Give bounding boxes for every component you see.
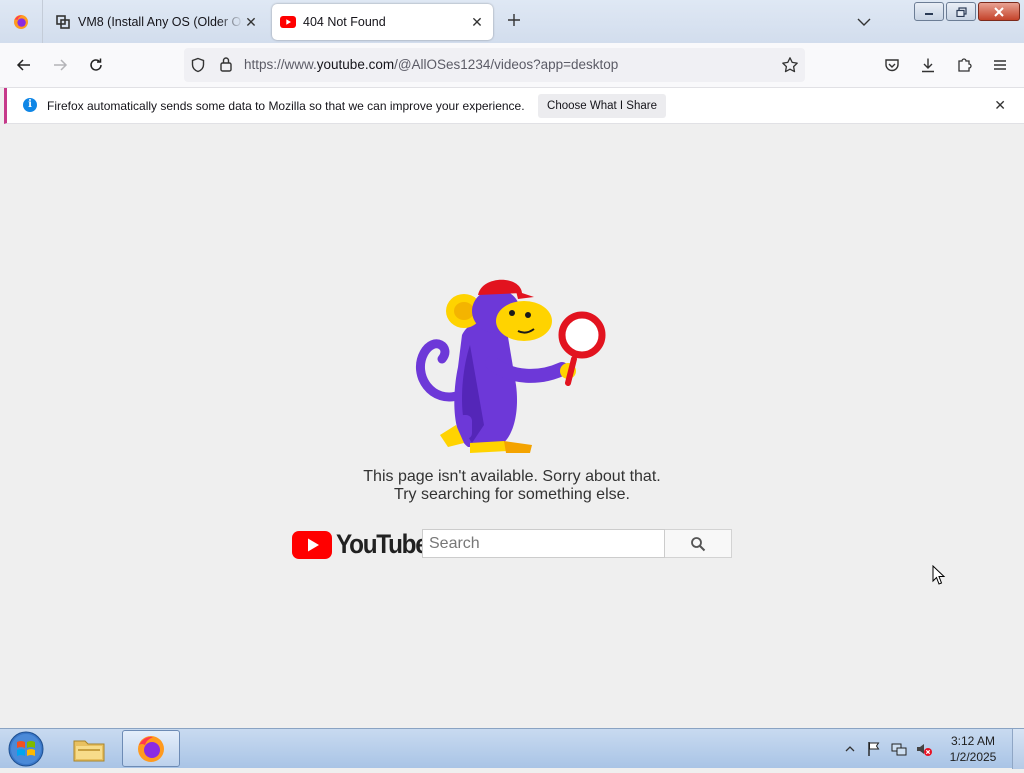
system-tray xyxy=(845,729,933,769)
window-controls xyxy=(914,2,1020,21)
url-bar[interactable]: https://www.youtube.com/@AllOSes1234/vid… xyxy=(184,48,805,82)
notification-message: Firefox automatically sends some data to… xyxy=(47,99,525,113)
url-text[interactable]: https://www.youtube.com/@AllOSes1234/vid… xyxy=(244,57,618,72)
page-content: This page isn't available. Sorry about t… xyxy=(0,125,1024,728)
reload-button[interactable] xyxy=(84,53,108,77)
youtube-play-icon xyxy=(292,530,332,559)
tab-vm8[interactable]: VM8 (Install Any OS (Older OSes ✕ xyxy=(47,4,267,40)
tab-strip: VM8 (Install Any OS (Older OSes ✕ 404 No… xyxy=(0,0,1024,43)
action-center-flag-icon[interactable] xyxy=(867,741,881,757)
choose-what-i-share-button[interactable]: Choose What I Share xyxy=(538,94,666,118)
start-button[interactable] xyxy=(6,730,46,768)
show-desktop-button[interactable] xyxy=(1012,729,1024,769)
vmware-icon xyxy=(56,15,70,29)
plus-icon xyxy=(508,14,520,26)
navigation-toolbar: https://www.youtube.com/@AllOSes1234/vid… xyxy=(0,43,1024,88)
folder-icon xyxy=(73,740,105,761)
search-icon xyxy=(691,536,706,551)
back-arrow-icon xyxy=(16,59,30,71)
forward-button[interactable] xyxy=(48,53,72,77)
telemetry-notification-bar: i Firefox automatically sends some data … xyxy=(4,88,1024,124)
windows-taskbar: 3:12 AM 1/2/2025 xyxy=(0,728,1024,769)
volume-muted-icon[interactable] xyxy=(915,741,933,757)
tab-title: 404 Not Found xyxy=(303,15,386,29)
url-prefix: https://www. xyxy=(244,57,317,72)
puzzle-icon xyxy=(958,58,972,72)
downloads-button[interactable] xyxy=(916,53,940,77)
taskbar-firefox-button[interactable] xyxy=(122,730,180,767)
monkey-illustration xyxy=(415,279,606,453)
pocket-icon xyxy=(885,59,899,72)
windows-start-icon xyxy=(8,731,44,767)
taskbar-clock[interactable]: 3:12 AM 1/2/2025 xyxy=(940,733,1006,765)
chevron-down-icon xyxy=(857,18,871,26)
tab-404[interactable]: 404 Not Found ✕ xyxy=(272,4,493,40)
url-path: /@AllOSes1234/videos?app=desktop xyxy=(394,57,619,72)
hamburger-menu-icon xyxy=(994,60,1006,70)
close-icon[interactable]: ✕ xyxy=(994,97,1006,114)
firefox-icon xyxy=(138,735,164,762)
list-all-tabs-button[interactable] xyxy=(855,13,873,31)
restore-icon xyxy=(955,6,967,17)
youtube-wordmark: YouTube xyxy=(336,529,429,559)
taskbar-explorer-button[interactable] xyxy=(60,730,118,767)
youtube-logo[interactable]: YouTube xyxy=(292,529,438,560)
reload-icon xyxy=(90,58,102,71)
info-icon: i xyxy=(23,98,37,112)
url-host: youtube.com xyxy=(316,57,395,72)
shield-icon[interactable] xyxy=(190,57,206,73)
tab-title: VM8 (Install Any OS (Older OSes xyxy=(78,15,243,29)
star-icon[interactable] xyxy=(781,56,799,74)
error-message: This page isn't available. Sorry about t… xyxy=(363,468,661,485)
clock-time: 3:12 AM xyxy=(950,734,996,748)
clock-date: 1/2/2025 xyxy=(949,750,997,764)
minimize-button[interactable] xyxy=(914,2,944,21)
close-window-button[interactable] xyxy=(978,2,1020,21)
mouse-cursor-icon xyxy=(932,565,946,585)
forward-arrow-icon xyxy=(54,59,68,71)
show-hidden-icons-icon[interactable] xyxy=(845,744,855,754)
pocket-button[interactable] xyxy=(880,53,904,77)
search-button[interactable] xyxy=(665,529,732,558)
network-icon[interactable] xyxy=(891,741,907,757)
back-button[interactable] xyxy=(12,53,36,77)
firefox-view-button[interactable] xyxy=(0,0,43,43)
download-icon xyxy=(922,58,934,73)
close-icon[interactable]: ✕ xyxy=(469,14,485,30)
extensions-button[interactable] xyxy=(952,53,976,77)
close-icon xyxy=(994,6,1004,17)
new-tab-button[interactable] xyxy=(504,11,524,31)
minimize-icon xyxy=(925,12,933,15)
restore-button[interactable] xyxy=(946,2,976,21)
firefox-icon xyxy=(14,14,28,29)
lock-icon[interactable] xyxy=(219,56,233,72)
search-input[interactable] xyxy=(422,529,665,558)
app-menu-button[interactable] xyxy=(988,53,1012,77)
error-suggestion: Try searching for something else. xyxy=(394,486,630,503)
youtube-icon xyxy=(280,16,296,28)
close-icon[interactable]: ✕ xyxy=(243,14,259,30)
